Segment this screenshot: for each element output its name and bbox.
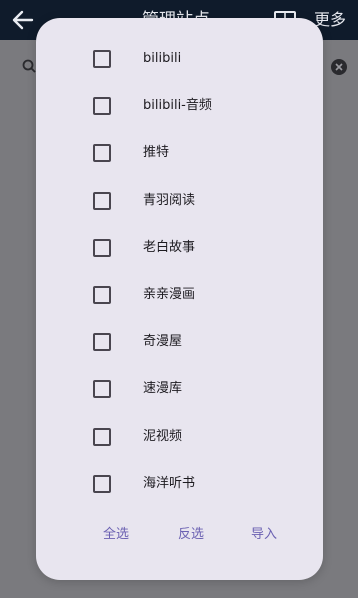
checkbox[interactable]	[93, 238, 111, 257]
invert-selection-button[interactable]: 反选	[178, 521, 204, 549]
site-option-row[interactable]: 推特	[36, 135, 323, 171]
checkbox[interactable]	[93, 380, 111, 399]
dialog-actions: 全选 反选 导入	[36, 521, 323, 549]
site-option-label: bilibili	[143, 51, 182, 66]
site-option-row[interactable]: bilibili	[36, 41, 323, 77]
clear-icon[interactable]	[330, 58, 348, 76]
site-option-row[interactable]: 泥视频	[36, 419, 323, 455]
site-option-label: bilibili-音频	[143, 98, 212, 114]
checkbox[interactable]	[93, 333, 111, 352]
checkbox[interactable]	[93, 286, 111, 304]
checkbox[interactable]	[93, 427, 111, 446]
site-option-row[interactable]: 亲亲漫画	[36, 277, 323, 313]
site-option-label: 老白故事	[143, 239, 196, 255]
site-option-label: 青羽阅读	[143, 192, 196, 208]
site-select-dialog: bilibili bilibili-音频 推特青羽阅读老白故事亲亲漫画奇漫屋速漫库泥…	[36, 18, 323, 580]
site-option-label: 泥视频	[143, 428, 183, 444]
site-option-row[interactable]: bilibili-音频	[36, 88, 323, 124]
site-option-label: 速漫库	[143, 381, 183, 397]
site-option-label: 奇漫屋	[143, 334, 183, 350]
site-option-row[interactable]: 老白故事	[36, 230, 323, 266]
arrow-left-icon[interactable]	[10, 8, 36, 32]
import-button[interactable]: 导入	[251, 521, 277, 549]
site-option-label: 海洋听书	[143, 475, 196, 491]
checkbox[interactable]	[93, 50, 111, 68]
site-option-label: 亲亲漫画	[143, 287, 196, 302]
select-all-button[interactable]: 全选	[103, 521, 129, 549]
site-option-row[interactable]: 奇漫屋	[36, 324, 323, 360]
site-option-row[interactable]: 海洋听书	[36, 466, 323, 502]
site-option-row[interactable]: 速漫库	[36, 371, 323, 407]
site-option-row[interactable]: 青羽阅读	[36, 183, 323, 219]
checkbox[interactable]	[93, 191, 111, 210]
checkbox[interactable]	[93, 97, 111, 116]
search-icon	[22, 59, 36, 73]
checkbox[interactable]	[93, 474, 111, 493]
site-option-label: 推特	[143, 145, 170, 161]
checkbox[interactable]	[93, 144, 111, 163]
